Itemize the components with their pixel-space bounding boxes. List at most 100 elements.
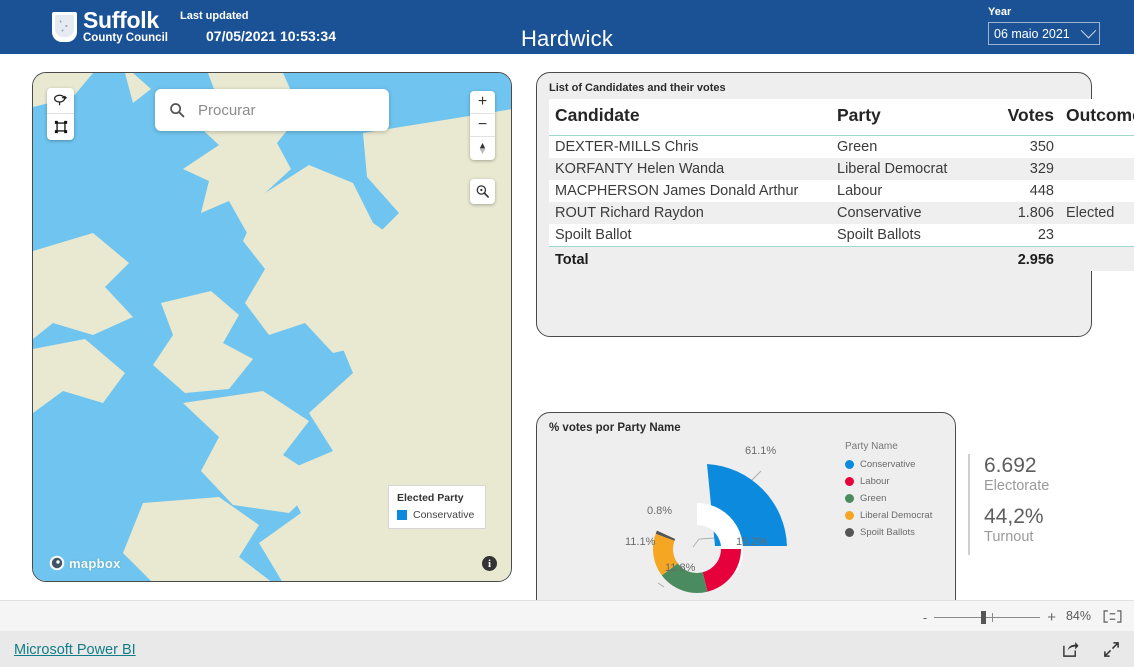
legend-item-spoilt[interactable]: Spoilt Ballots — [845, 527, 932, 538]
share-icon — [1063, 641, 1079, 657]
donut-label-libdem: 11.1% — [625, 536, 656, 548]
zoom-slider-track[interactable] — [934, 611, 1041, 624]
legend-dot-green — [845, 494, 854, 503]
zoom-in-button[interactable]: + — [1047, 610, 1056, 625]
chevron-down-icon — [1080, 22, 1097, 39]
cell-votes: 1.806 — [978, 202, 1060, 224]
total-label: Total — [549, 246, 831, 271]
legend-item-labour[interactable]: Labour — [845, 476, 932, 487]
legend-dot-labour — [845, 477, 854, 486]
zoom-percent-label: 84% — [1065, 609, 1091, 623]
cell-votes: 329 — [978, 158, 1060, 180]
electorate-value: 6.692 — [984, 454, 1037, 477]
table-total-row: Total 2.956 — [549, 246, 1134, 271]
year-filter: Year 06 maio 2021 — [988, 6, 1100, 45]
report-canvas: + − Elected Party Conservative — [0, 54, 1134, 640]
map-compass-icon[interactable] — [470, 137, 495, 160]
table-row[interactable]: KORFANTY Helen Wanda Liberal Democrat 32… — [549, 158, 1134, 180]
page-title: Hardwick — [520, 26, 614, 51]
map-zoom-out-button[interactable]: − — [470, 114, 495, 137]
legend-text-labour: Labour — [860, 476, 890, 487]
zoom-slider-thumb[interactable] — [981, 611, 987, 624]
cell-candidate: DEXTER-MILLS Chris — [549, 135, 831, 158]
table-row[interactable]: ROUT Richard Raydon Conservative 1.806 E… — [549, 202, 1134, 224]
column-header-votes[interactable]: Votes — [978, 99, 1060, 136]
cell-votes: 448 — [978, 180, 1060, 202]
map-tools[interactable] — [47, 88, 74, 140]
table-row[interactable]: Spoilt Ballot Spoilt Ballots 23 — [549, 224, 1134, 247]
legend-text-libdem: Liberal Democrat — [860, 510, 933, 521]
map-legend-item: Conservative — [397, 509, 477, 521]
search-icon — [170, 103, 185, 118]
cell-party: Spoilt Ballots — [831, 224, 978, 247]
powerbi-link[interactable]: Microsoft Power BI — [14, 642, 136, 658]
column-header-outcome[interactable]: Outcome — [1060, 99, 1134, 136]
year-selected-value: 06 maio 2021 — [994, 26, 1070, 41]
legend-item-libdem[interactable]: Liberal Democrat — [845, 510, 932, 521]
donut-label-labour: 15.2% — [736, 536, 768, 548]
turnout-value: 44,2% — [984, 504, 1044, 528]
map-locate-button[interactable] — [470, 179, 495, 204]
zoom-slider-control[interactable]: - + — [923, 610, 1056, 625]
year-dropdown[interactable]: 06 maio 2021 — [988, 22, 1100, 45]
legend-text-conservative: Conservative — [860, 459, 916, 470]
zoom-slider-tick — [992, 613, 994, 622]
map-search-box[interactable] — [155, 89, 389, 131]
table-header-row: Candidate Party Votes Outcome — [549, 99, 1134, 136]
fit-to-screen-button[interactable] — [1103, 610, 1122, 623]
mapbox-attribution[interactable]: mapbox — [49, 555, 121, 571]
share-button[interactable] — [1062, 641, 1079, 663]
app-footer: Microsoft Power BI — [0, 631, 1134, 667]
cell-outcome: Elected — [1060, 202, 1134, 224]
cell-candidate: ROUT Richard Raydon — [549, 202, 831, 224]
fit-to-screen-icon — [1103, 610, 1122, 623]
fullscreen-button[interactable] — [1103, 641, 1120, 663]
total-outcome — [1060, 246, 1134, 271]
column-header-party[interactable]: Party — [831, 99, 978, 136]
year-label: Year — [988, 6, 1012, 18]
frame-select-icon[interactable] — [47, 114, 74, 140]
donut-legend: Party Name Conservative Labour Green Lib… — [845, 441, 932, 544]
map-legend: Elected Party Conservative — [388, 485, 486, 529]
cell-outcome — [1060, 158, 1134, 180]
lasso-select-icon[interactable] — [47, 88, 74, 114]
cell-votes: 23 — [978, 224, 1060, 247]
map-legend-title: Elected Party — [397, 492, 464, 504]
donut-legend-title: Party Name — [845, 441, 898, 452]
column-header-candidate[interactable]: Candidate — [549, 99, 831, 136]
cell-outcome — [1060, 180, 1134, 202]
mapbox-logo-icon — [49, 555, 65, 571]
legend-swatch-conservative — [397, 510, 407, 520]
total-votes: 2.956 — [978, 246, 1060, 271]
mapbox-label: mapbox — [69, 555, 121, 571]
status-bar: - + 84% — [0, 600, 1134, 633]
electorate-label: Electorate — [984, 478, 1050, 495]
legend-dot-libdem — [845, 511, 854, 520]
table-row[interactable]: DEXTER-MILLS Chris Green 350 — [549, 135, 1134, 158]
total-party — [831, 246, 978, 271]
legend-item-conservative[interactable]: Conservative — [845, 459, 932, 470]
map-search-input[interactable] — [196, 100, 380, 120]
cell-party: Labour — [831, 180, 978, 202]
cell-outcome — [1060, 135, 1134, 158]
legend-item-green[interactable]: Green — [845, 493, 932, 504]
map-visual[interactable]: + − Elected Party Conservative — [32, 72, 512, 582]
table-row[interactable]: MACPHERSON James Donald Arthur Labour 44… — [549, 180, 1134, 202]
map-zoom-controls[interactable]: + − — [470, 91, 495, 160]
donut-label-spoilt: 0.8% — [647, 505, 673, 517]
cell-candidate: MACPHERSON James Donald Arthur — [549, 180, 831, 202]
map-info-icon[interactable]: i — [482, 556, 497, 571]
cell-candidate: KORFANTY Helen Wanda — [549, 158, 831, 180]
turnout-label: Turnout — [984, 528, 1034, 545]
legend-label-conservative: Conservative — [413, 509, 475, 521]
app-header: Suffolk County Council Last updated 07/0… — [0, 0, 1134, 54]
candidates-table-visual: List of Candidates and their votes Candi… — [536, 72, 1134, 337]
cell-party: Green — [831, 135, 978, 158]
cell-party: Conservative — [831, 202, 978, 224]
cell-votes: 350 — [978, 135, 1060, 158]
map-zoom-in-button[interactable]: + — [470, 91, 495, 114]
zoom-out-button[interactable]: - — [923, 611, 927, 624]
cell-outcome — [1060, 224, 1134, 247]
legend-dot-conservative — [845, 460, 854, 469]
last-updated-label: Last updated — [180, 10, 249, 22]
